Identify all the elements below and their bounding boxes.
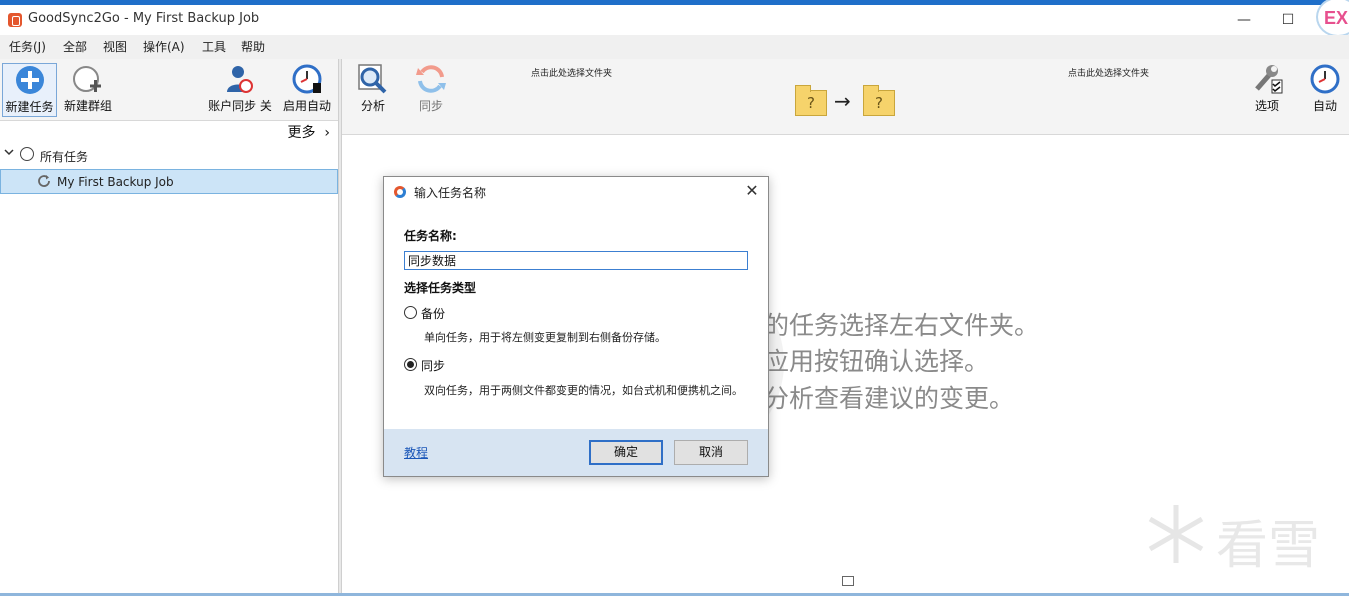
ex-badge-icon: EX — [1316, 0, 1349, 37]
menu-all[interactable]: 全部 — [63, 38, 87, 55]
analyze-magnifier-icon — [357, 63, 389, 95]
menu-action[interactable]: 操作(A) — [143, 38, 185, 55]
tutorial-link[interactable]: 教程 — [404, 444, 428, 461]
backup-radio-label[interactable]: 备份 — [421, 305, 445, 322]
cancel-button[interactable]: 取消 — [674, 440, 748, 465]
ok-button[interactable]: 确定 — [589, 440, 663, 465]
right-toolbar: 分析 同步 点击此处选择文件夹 ? → ? 点击此处选择文件夹 选项 自动 — [342, 59, 1349, 135]
hint-line-1: 的任务选择左右文件夹。 — [764, 311, 1040, 340]
sync-radio-label[interactable]: 同步 — [421, 357, 445, 374]
auto-start-button[interactable]: 启用自动 — [280, 63, 334, 117]
hint-line-2: 应用按钮确认选择。 — [764, 347, 990, 376]
more-button[interactable]: 更多 › — [287, 122, 330, 142]
new-group-button[interactable]: 新建群组 — [60, 63, 116, 117]
analyze-button[interactable]: 分析 — [354, 63, 392, 117]
status-list-icon[interactable] — [842, 576, 854, 586]
tree-root-all-jobs[interactable]: 所有任务 — [0, 145, 338, 167]
job-item-my-first-backup[interactable]: My First Backup Job — [0, 169, 338, 194]
job-type-label: 选择任务类型 — [404, 281, 477, 295]
watermark-text: 看雪 — [1216, 516, 1321, 576]
dialog-title-bar: 输入任务名称 ✕ — [384, 177, 768, 207]
hint-line-3: 分析查看建议的变更。 — [764, 384, 1015, 413]
app-icon — [8, 13, 22, 27]
left-folder-hint[interactable]: 点击此处选择文件夹 — [531, 66, 612, 79]
account-sync-label: 账户同步 关 — [208, 99, 272, 113]
sync-description: 双向任务，用于两侧文件都变更的情况，如台式机和便携机之间。 — [424, 384, 743, 397]
right-folder-icon[interactable]: ? — [863, 85, 895, 116]
window-title: GoodSync2Go - My First Backup Job — [28, 11, 260, 26]
direction-arrow-icon: → — [834, 89, 851, 113]
options-label: 选项 — [1254, 99, 1279, 113]
options-button[interactable]: 选项 — [1248, 63, 1286, 117]
ex-badge-text: EX — [1324, 8, 1349, 28]
new-job-button[interactable]: 新建任务 — [2, 63, 57, 117]
snowflake-icon — [1148, 505, 1204, 563]
dialog-body: 任务名称: 选择任务类型 备份 单向任务，用于将左侧变更复制到右侧备份存储。 同… — [384, 207, 768, 429]
left-folder-icon[interactable]: ? — [795, 85, 827, 116]
new-job-label: 新建任务 — [5, 100, 54, 114]
dialog-footer: 教程 确定 取消 — [384, 429, 768, 476]
analyze-label: 分析 — [360, 99, 385, 113]
menu-view[interactable]: 视图 — [103, 38, 127, 55]
menu-bar: 任务(J) 全部 视图 操作(A) 工具 帮助 — [0, 35, 1349, 59]
menu-tools[interactable]: 工具 — [202, 38, 226, 55]
backup-radio[interactable] — [404, 306, 417, 319]
tree-root-label: 所有任务 — [40, 150, 89, 164]
enter-job-name-dialog: 输入任务名称 ✕ 任务名称: 选择任务类型 备份 单向任务，用于将左侧变更复制到… — [383, 176, 769, 477]
group-circle-icon — [20, 147, 34, 161]
account-sync-button[interactable]: 账户同步 关 — [206, 63, 274, 117]
expand-chevron-icon[interactable] — [4, 147, 14, 160]
add-circle-icon — [14, 64, 46, 96]
menu-task[interactable]: 任务(J) — [9, 38, 46, 55]
dialog-close-icon[interactable]: ✕ — [742, 181, 762, 201]
new-group-label: 新建群组 — [63, 99, 112, 113]
chevron-right-icon: › — [324, 125, 330, 141]
sync-button[interactable]: 同步 — [412, 63, 450, 117]
dialog-app-icon — [394, 186, 406, 198]
minimize-button[interactable]: — — [1229, 9, 1259, 31]
sync-radio[interactable] — [404, 358, 417, 371]
kanxue-watermark: 看雪 — [1140, 499, 1340, 576]
sync-label: 同步 — [418, 99, 443, 113]
auto-clock-icon — [1309, 63, 1341, 95]
more-label: 更多 — [287, 125, 316, 141]
job-list-panel: 新建任务 新建群组 账户同步 关 启用自动 更多 › 所有任务 My First… — [0, 59, 338, 596]
more-row: 更多 › — [0, 121, 338, 145]
right-folder-hint[interactable]: 点击此处选择文件夹 — [1068, 66, 1149, 79]
sync-arrows-icon — [415, 63, 447, 95]
job-label: My First Backup Job — [57, 175, 174, 189]
auto-label: 自动 — [1312, 99, 1337, 113]
clock-icon — [291, 63, 323, 95]
job-name-input[interactable] — [404, 251, 748, 270]
title-bar: GoodSync2Go - My First Backup Job — ☐ EX — [0, 0, 1349, 37]
user-sync-icon — [224, 63, 256, 95]
backup-description: 单向任务，用于将左侧变更复制到右侧备份存储。 — [424, 331, 666, 344]
auto-start-label: 启用自动 — [282, 99, 331, 113]
sync-refresh-icon — [36, 173, 52, 192]
dialog-title: 输入任务名称 — [414, 186, 487, 200]
left-folder-placeholder: ? — [807, 94, 815, 112]
left-toolbar: 新建任务 新建群组 账户同步 关 启用自动 — [0, 59, 338, 121]
menu-help[interactable]: 帮助 — [241, 38, 265, 55]
wrench-options-icon — [1251, 63, 1283, 95]
auto-button[interactable]: 自动 — [1306, 63, 1344, 117]
job-name-label: 任务名称: — [404, 229, 457, 243]
maximize-button[interactable]: ☐ — [1273, 9, 1303, 31]
right-folder-placeholder: ? — [875, 94, 883, 112]
add-group-icon — [72, 63, 104, 95]
